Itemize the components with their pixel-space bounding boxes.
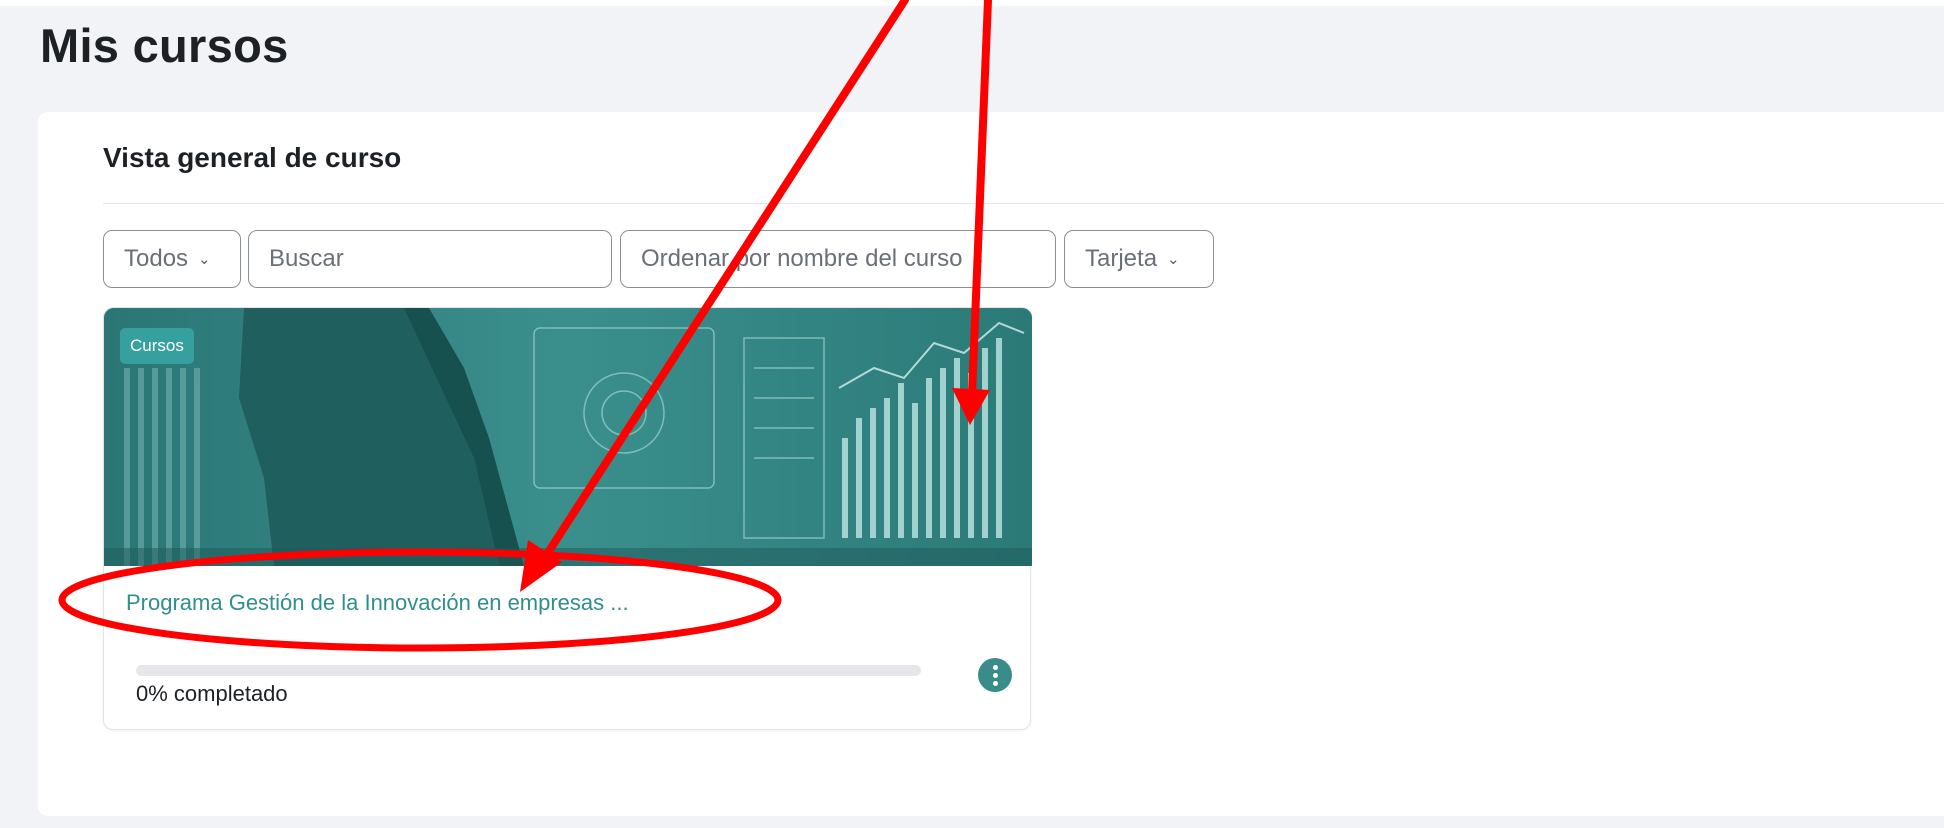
course-actions-menu-button[interactable] xyxy=(978,658,1012,692)
chevron-down-icon: ⌄ xyxy=(198,251,211,268)
filter-dropdown[interactable]: Todos ⌄ xyxy=(103,230,241,288)
category-badge: Cursos xyxy=(120,328,194,364)
search-input[interactable] xyxy=(269,245,569,273)
course-name-link[interactable]: Programa Gestión de la Innovación en emp… xyxy=(126,590,629,616)
course-overview-panel: Vista general de curso Todos ⌄ Ordenar p… xyxy=(38,112,1944,816)
ellipsis-dot xyxy=(992,680,998,686)
sort-dropdown[interactable]: Ordenar por nombre del curso ⌄ xyxy=(620,230,1056,288)
ellipsis-dot xyxy=(992,672,998,678)
course-card: Cursos Programa Gestión de la Innovación… xyxy=(103,307,1032,730)
view-dropdown-label: Tarjeta xyxy=(1085,245,1158,272)
progress-bar xyxy=(136,665,921,676)
sort-dropdown-label: Ordenar por nombre del curso xyxy=(641,245,963,272)
search-field[interactable] xyxy=(248,230,612,288)
course-image[interactable]: Cursos xyxy=(104,308,1032,566)
top-strip xyxy=(0,0,1944,6)
progress-text: 0% completado xyxy=(136,681,288,706)
filter-dropdown-label: Todos xyxy=(124,245,189,272)
view-dropdown[interactable]: Tarjeta ⌄ xyxy=(1064,230,1214,288)
chevron-down-icon: ⌄ xyxy=(972,251,986,268)
chevron-down-icon: ⌄ xyxy=(1167,251,1180,268)
page-title: Mis cursos xyxy=(40,19,289,72)
panel-title: Vista general de curso xyxy=(103,142,402,173)
course-image-graphic xyxy=(104,308,1032,566)
panel-divider xyxy=(103,203,1944,204)
vertical-ellipsis-icon xyxy=(992,664,998,670)
